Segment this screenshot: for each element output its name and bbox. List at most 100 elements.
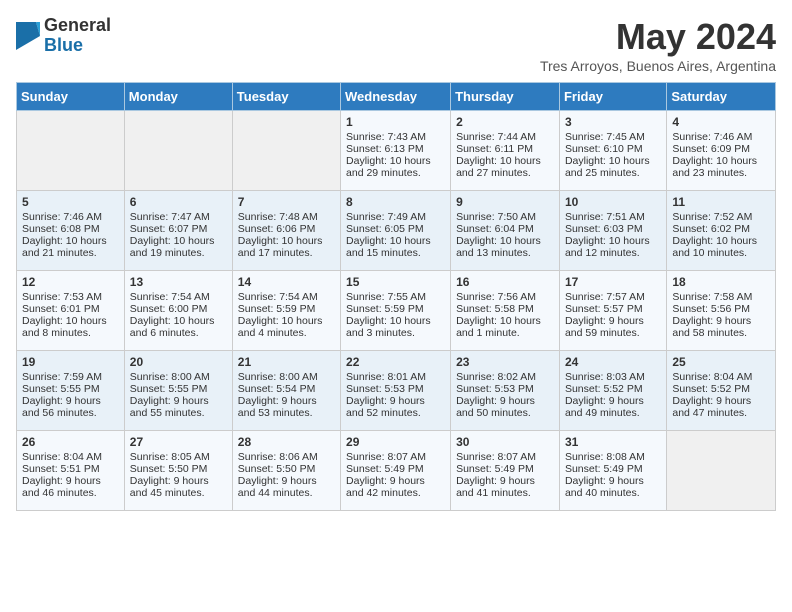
day-info-line: and 40 minutes. (565, 487, 661, 499)
day-number: 9 (456, 195, 554, 209)
day-number: 5 (22, 195, 119, 209)
day-info-line: Sunrise: 8:07 AM (456, 451, 554, 463)
day-info-line: and 15 minutes. (346, 247, 445, 259)
day-info-line: and 21 minutes. (22, 247, 119, 259)
day-info-line: Sunset: 5:50 PM (238, 463, 335, 475)
day-info-line: and 59 minutes. (565, 327, 661, 339)
day-info-line: Sunrise: 8:04 AM (22, 451, 119, 463)
day-info-line: Sunset: 5:55 PM (22, 383, 119, 395)
day-info-line: and 55 minutes. (130, 407, 227, 419)
day-info-line: and 29 minutes. (346, 167, 445, 179)
day-info-line: Daylight: 9 hours (672, 315, 770, 327)
calendar-cell: 29Sunrise: 8:07 AMSunset: 5:49 PMDayligh… (341, 431, 451, 511)
day-info-line: Daylight: 9 hours (346, 395, 445, 407)
day-info-line: Sunset: 6:13 PM (346, 143, 445, 155)
day-info-line: Sunset: 5:52 PM (672, 383, 770, 395)
day-info-line: Sunrise: 8:07 AM (346, 451, 445, 463)
day-info-line: Daylight: 10 hours (238, 315, 335, 327)
calendar-cell: 3Sunrise: 7:45 AMSunset: 6:10 PMDaylight… (559, 111, 666, 191)
day-number: 8 (346, 195, 445, 209)
day-info-line: Daylight: 10 hours (346, 315, 445, 327)
calendar-cell: 13Sunrise: 7:54 AMSunset: 6:00 PMDayligh… (124, 271, 232, 351)
month-title: May 2024 (540, 16, 776, 58)
day-info-line: Sunrise: 7:53 AM (22, 291, 119, 303)
calendar-cell: 4Sunrise: 7:46 AMSunset: 6:09 PMDaylight… (667, 111, 776, 191)
day-number: 6 (130, 195, 227, 209)
day-info-line: Sunset: 6:00 PM (130, 303, 227, 315)
day-info-line: and 19 minutes. (130, 247, 227, 259)
day-info-line: and 17 minutes. (238, 247, 335, 259)
weekday-header-monday: Monday (124, 83, 232, 111)
calendar-cell: 17Sunrise: 7:57 AMSunset: 5:57 PMDayligh… (559, 271, 666, 351)
day-info-line: and 52 minutes. (346, 407, 445, 419)
day-info-line: and 13 minutes. (456, 247, 554, 259)
day-info-line: Daylight: 10 hours (22, 235, 119, 247)
weekday-header-thursday: Thursday (451, 83, 560, 111)
calendar-cell: 6Sunrise: 7:47 AMSunset: 6:07 PMDaylight… (124, 191, 232, 271)
calendar-cell: 1Sunrise: 7:43 AMSunset: 6:13 PMDaylight… (341, 111, 451, 191)
calendar-cell: 26Sunrise: 8:04 AMSunset: 5:51 PMDayligh… (17, 431, 125, 511)
day-info-line: Sunrise: 7:54 AM (238, 291, 335, 303)
day-info-line: Daylight: 9 hours (565, 475, 661, 487)
calendar-cell: 12Sunrise: 7:53 AMSunset: 6:01 PMDayligh… (17, 271, 125, 351)
calendar-week-row: 5Sunrise: 7:46 AMSunset: 6:08 PMDaylight… (17, 191, 776, 271)
day-info-line: Sunrise: 7:46 AM (22, 211, 119, 223)
day-info-line: Daylight: 9 hours (456, 395, 554, 407)
day-info-line: and 42 minutes. (346, 487, 445, 499)
day-info-line: Sunset: 6:08 PM (22, 223, 119, 235)
calendar-cell: 14Sunrise: 7:54 AMSunset: 5:59 PMDayligh… (232, 271, 340, 351)
calendar-cell (124, 111, 232, 191)
day-info-line: and 27 minutes. (456, 167, 554, 179)
day-info-line: and 4 minutes. (238, 327, 335, 339)
day-info-line: Daylight: 9 hours (130, 475, 227, 487)
calendar-cell: 21Sunrise: 8:00 AMSunset: 5:54 PMDayligh… (232, 351, 340, 431)
calendar-cell: 20Sunrise: 8:00 AMSunset: 5:55 PMDayligh… (124, 351, 232, 431)
day-info-line: Sunrise: 7:57 AM (565, 291, 661, 303)
day-info-line: Daylight: 9 hours (672, 395, 770, 407)
day-number: 17 (565, 275, 661, 289)
day-info-line: Daylight: 10 hours (346, 235, 445, 247)
title-block: May 2024 Tres Arroyos, Buenos Aires, Arg… (540, 16, 776, 74)
day-number: 11 (672, 195, 770, 209)
day-info-line: and 25 minutes. (565, 167, 661, 179)
calendar-cell: 24Sunrise: 8:03 AMSunset: 5:52 PMDayligh… (559, 351, 666, 431)
day-info-line: Sunset: 6:03 PM (565, 223, 661, 235)
calendar-cell: 25Sunrise: 8:04 AMSunset: 5:52 PMDayligh… (667, 351, 776, 431)
day-number: 2 (456, 115, 554, 129)
day-info-line: Daylight: 9 hours (130, 395, 227, 407)
day-number: 28 (238, 435, 335, 449)
calendar-week-row: 26Sunrise: 8:04 AMSunset: 5:51 PMDayligh… (17, 431, 776, 511)
day-info-line: Daylight: 10 hours (130, 235, 227, 247)
day-info-line: Sunrise: 7:45 AM (565, 131, 661, 143)
day-info-line: Sunset: 6:04 PM (456, 223, 554, 235)
day-info-line: Sunset: 5:58 PM (456, 303, 554, 315)
weekday-header-sunday: Sunday (17, 83, 125, 111)
logo-text: General Blue (44, 16, 111, 56)
day-info-line: Sunset: 5:55 PM (130, 383, 227, 395)
day-info-line: Sunset: 5:51 PM (22, 463, 119, 475)
page-header: General Blue May 2024 Tres Arroyos, Buen… (16, 16, 776, 74)
day-info-line: Sunset: 6:02 PM (672, 223, 770, 235)
day-info-line: Sunrise: 8:06 AM (238, 451, 335, 463)
day-info-line: Daylight: 9 hours (456, 475, 554, 487)
logo-blue-text: Blue (44, 36, 111, 56)
day-number: 31 (565, 435, 661, 449)
day-number: 7 (238, 195, 335, 209)
calendar-cell: 28 Sunrise: 8:06 AMSunset: 5:50 PMDayligh… (232, 431, 340, 511)
day-info-line: Daylight: 10 hours (672, 235, 770, 247)
day-info-line: and 47 minutes. (672, 407, 770, 419)
calendar-cell (667, 431, 776, 511)
day-info-line: Daylight: 9 hours (238, 475, 335, 487)
day-info-line: Daylight: 9 hours (346, 475, 445, 487)
calendar-cell: 11Sunrise: 7:52 AMSunset: 6:02 PMDayligh… (667, 191, 776, 271)
weekday-header-wednesday: Wednesday (341, 83, 451, 111)
day-info-line: and 10 minutes. (672, 247, 770, 259)
day-info-line: Daylight: 10 hours (565, 155, 661, 167)
day-info-line: and 12 minutes. (565, 247, 661, 259)
day-number: 14 (238, 275, 335, 289)
day-info-line: Sunrise: 7:47 AM (130, 211, 227, 223)
calendar-cell: 22Sunrise: 8:01 AMSunset: 5:53 PMDayligh… (341, 351, 451, 431)
logo: General Blue (16, 16, 111, 56)
day-number: 20 (130, 355, 227, 369)
day-info-line: and 56 minutes. (22, 407, 119, 419)
